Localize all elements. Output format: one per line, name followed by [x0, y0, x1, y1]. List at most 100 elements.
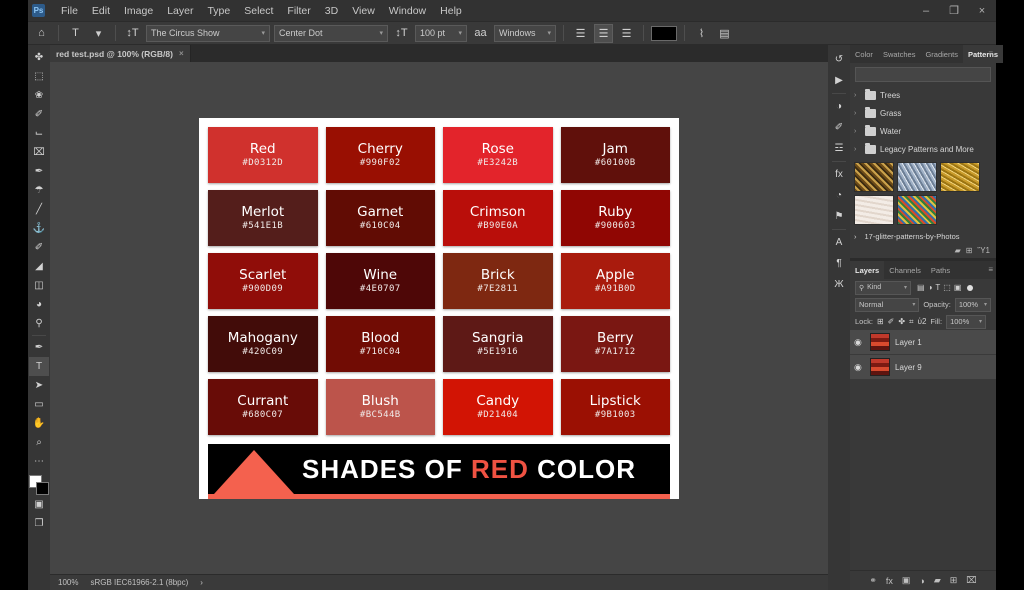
folder-legacy-patterns-and-more[interactable]: › Legacy Patterns and More	[850, 140, 996, 158]
filter-toggle-icon[interactable]	[967, 284, 974, 291]
filter-smart-object-icon[interactable]: ▣	[954, 283, 962, 292]
align-left-button[interactable]: ☰	[571, 24, 590, 43]
close-icon[interactable]: ×	[179, 49, 184, 58]
brush-settings-panel-icon[interactable]: ✐	[829, 117, 849, 138]
panel-menu-icon[interactable]: ≡	[988, 49, 993, 58]
adjustment-layer-icon[interactable]: ◑	[919, 576, 924, 586]
swatches-panel-icon[interactable]: ◔	[829, 185, 849, 206]
canvas[interactable]: Red #D0312D Cherry #990F02 Rose #E3242B Jam #60…	[50, 62, 828, 574]
styles-panel-icon[interactable]: fx	[829, 164, 849, 185]
tool-preset-chevron-down-icon[interactable]: ▾	[89, 24, 108, 43]
properties-panel-icon[interactable]: ☲	[829, 138, 849, 159]
crop-tool[interactable]: ⌙	[29, 124, 49, 143]
tab-swatches[interactable]: Swatches	[878, 45, 921, 63]
adjustments-panel-icon[interactable]: ◑	[829, 96, 849, 117]
history-brush-tool[interactable]: ✐	[29, 238, 49, 257]
character-panel-icon[interactable]: A	[829, 232, 849, 253]
move-tool[interactable]: ✤	[29, 48, 49, 67]
status-expand-icon[interactable]: ›	[200, 578, 203, 587]
frame-tool[interactable]: ⌧	[29, 143, 49, 162]
new-layer-icon[interactable]: ⊞	[950, 575, 958, 586]
close-button[interactable]: ×	[968, 0, 996, 21]
brush-tool[interactable]: ╱	[29, 200, 49, 219]
path-selection-tool[interactable]: ➤	[29, 376, 49, 395]
align-center-button[interactable]: ☰	[594, 23, 613, 43]
lock-artboard-icon[interactable]: ⌗	[909, 317, 914, 327]
glyphs-panel-icon[interactable]: Ж	[829, 274, 849, 295]
gradient-tool[interactable]: ◫	[29, 276, 49, 295]
zoom-level[interactable]: 100%	[58, 578, 78, 587]
tab-color[interactable]: Color	[850, 45, 878, 63]
menu-file[interactable]: File	[54, 3, 85, 19]
minimize-button[interactable]: –	[912, 0, 940, 21]
type-tool-icon[interactable]: T	[66, 24, 85, 43]
tab-gradients[interactable]: Gradients	[920, 45, 963, 63]
filter-pixel-icon[interactable]: ▤	[917, 283, 925, 292]
restore-button[interactable]: ❐	[940, 0, 968, 21]
clone-source-panel-icon[interactable]: ⚑	[829, 206, 849, 227]
panel-menu-icon[interactable]: ≡	[988, 265, 993, 274]
add-mask-icon[interactable]: ▣	[902, 575, 911, 586]
menu-select[interactable]: Select	[237, 3, 280, 19]
quick-mask-icon[interactable]: ▣	[29, 495, 49, 514]
color-swatches[interactable]	[29, 475, 49, 495]
delete-icon[interactable]: Ὕ1	[977, 246, 990, 255]
quick-selection-tool[interactable]: ✐	[29, 105, 49, 124]
more-tools-icon[interactable]: ⋯	[29, 452, 49, 471]
zoom-tool[interactable]: ⌕	[29, 433, 49, 452]
warp-text-icon[interactable]: ⌇	[692, 24, 711, 43]
tab-channels[interactable]: Channels	[884, 261, 926, 279]
marquee-tool[interactable]: ⬚	[29, 67, 49, 86]
filter-type-icon[interactable]: T	[935, 283, 940, 292]
align-right-button[interactable]: ☰	[617, 24, 636, 43]
opacity-input[interactable]: 100% ▾	[954, 297, 991, 312]
new-folder-icon[interactable]: ▰	[955, 246, 961, 255]
filter-shape-icon[interactable]: ⬚	[943, 283, 951, 292]
new-group-icon[interactable]: ▰	[934, 575, 941, 586]
background-color-swatch[interactable]	[36, 482, 49, 495]
type-tool[interactable]: T	[29, 357, 49, 376]
lock-image-pixels-icon[interactable]: ✐	[888, 317, 895, 327]
patterns-search-input[interactable]	[855, 67, 991, 82]
hand-tool[interactable]: ✋	[29, 414, 49, 433]
menu-help[interactable]: Help	[433, 3, 469, 19]
home-icon[interactable]: ⌂	[32, 24, 51, 43]
fill-input[interactable]: 100% ▾	[946, 314, 987, 329]
anti-aliasing-select[interactable]: Windows ▾	[494, 24, 556, 42]
font-family-select[interactable]: The Circus Show ▾	[146, 24, 270, 42]
font-style-select[interactable]: Center Dot ▾	[274, 24, 388, 42]
eraser-tool[interactable]: ◢	[29, 257, 49, 276]
folder-water[interactable]: › Water	[850, 122, 996, 140]
layer-row[interactable]: ◉ Layer 9	[850, 355, 996, 380]
healing-brush-tool[interactable]: ☂	[29, 181, 49, 200]
lasso-tool[interactable]: ❀	[29, 86, 49, 105]
pattern-swatch[interactable]	[854, 162, 894, 192]
rectangle-tool[interactable]: ▭	[29, 395, 49, 414]
layer-visibility-icon[interactable]: ◉	[854, 362, 865, 373]
dodge-tool[interactable]: ⚲	[29, 314, 49, 333]
folder-trees[interactable]: › Trees	[850, 86, 996, 104]
paragraph-panel-icon[interactable]: ¶	[829, 253, 849, 274]
layer-visibility-icon[interactable]: ◉	[854, 337, 865, 348]
layer-style-fx-icon[interactable]: fx	[886, 576, 893, 586]
tab-patterns[interactable]: Patterns	[963, 45, 1004, 63]
text-color-swatch[interactable]	[651, 25, 677, 41]
pattern-swatch[interactable]	[940, 162, 980, 192]
eyedropper-tool[interactable]: ✒	[29, 162, 49, 181]
text-orientation-icon[interactable]: ↕T	[123, 24, 142, 43]
menu-view[interactable]: View	[345, 3, 382, 19]
menu-layer[interactable]: Layer	[160, 3, 200, 19]
layer-kind-filter[interactable]: ⚲ Kind ▾	[855, 280, 911, 295]
link-layers-icon[interactable]: ⚭	[869, 575, 877, 586]
tab-paths[interactable]: Paths	[926, 261, 955, 279]
actions-panel-icon[interactable]: ▶	[829, 70, 849, 91]
folder-glitter-patterns[interactable]: › 17-glitter-patterns-by-Photos	[850, 229, 996, 244]
menu-3d[interactable]: 3D	[318, 3, 345, 19]
blend-mode-select[interactable]: Normal ▾	[855, 297, 920, 312]
menu-type[interactable]: Type	[200, 3, 237, 19]
menu-window[interactable]: Window	[382, 3, 433, 19]
menu-filter[interactable]: Filter	[280, 3, 317, 19]
tab-layers[interactable]: Layers	[850, 261, 885, 279]
pattern-swatch[interactable]	[897, 162, 937, 192]
clone-stamp-tool[interactable]: ⚓	[29, 219, 49, 238]
